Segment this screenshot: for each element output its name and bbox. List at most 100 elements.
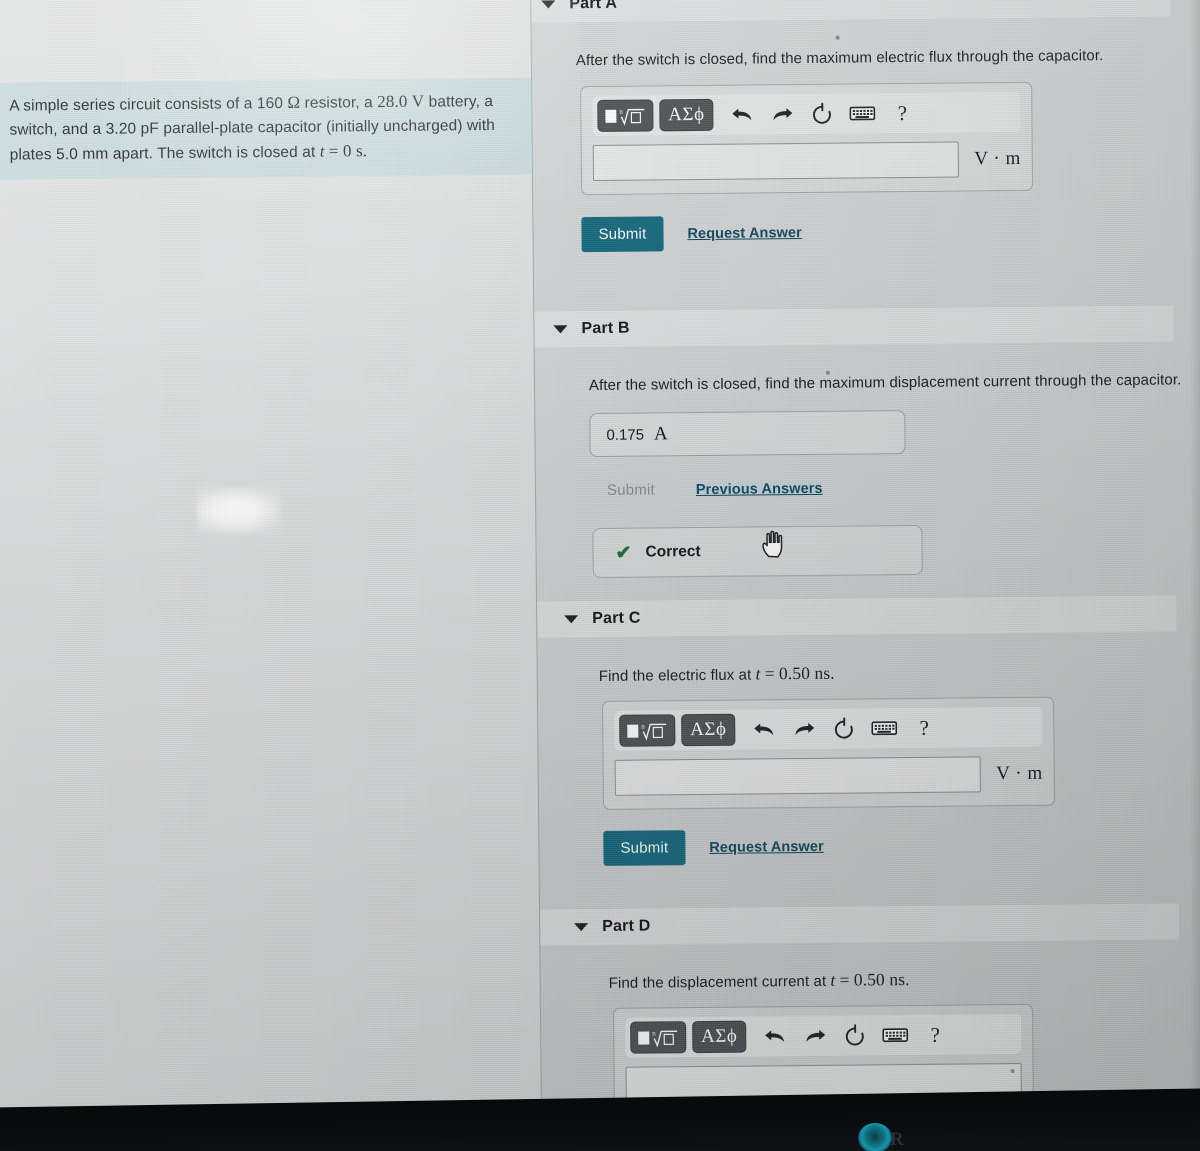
- part-a-answer-widget: n ΑΣϕ ? V · m: [580, 81, 1034, 196]
- part-c-unit: V · m: [996, 762, 1043, 785]
- part-c-submit-button[interactable]: Submit: [603, 830, 686, 866]
- part-a-buttons: Submit Request Answer: [581, 211, 1172, 253]
- part-b-submit-button: Submit: [589, 472, 673, 509]
- part-c-answer-widget: n ΑΣϕ ? V · m: [602, 696, 1056, 810]
- square-placeholder-icon: [605, 109, 617, 123]
- part-d-title: Part D: [602, 917, 651, 935]
- square-placeholder-icon: [627, 724, 639, 738]
- part-d-question-equals: =: [839, 969, 850, 990]
- part-d-header[interactable]: Part D: [540, 903, 1180, 946]
- radical-icon: n: [652, 1029, 678, 1047]
- chevron-down-icon[interactable]: [574, 923, 589, 932]
- part-d-question-prefix: Find the displacement current at: [608, 972, 831, 992]
- bezel-letter: R: [890, 1129, 904, 1150]
- part-d-question-variable: t: [830, 970, 836, 990]
- part-b-unit: A: [653, 423, 668, 445]
- reset-icon[interactable]: [805, 100, 839, 128]
- part-a-request-answer-link[interactable]: Request Answer: [687, 225, 802, 242]
- voltage-unit: V: [411, 91, 425, 111]
- part-c-question-equals: =: [764, 663, 775, 684]
- part-d-question: Find the displacement current at t = 0.5…: [609, 966, 1180, 992]
- redo-icon[interactable]: [787, 715, 821, 743]
- keyboard-icon[interactable]: [867, 714, 901, 742]
- math-template-button[interactable]: n: [630, 1021, 687, 1054]
- undo-icon[interactable]: [725, 100, 759, 128]
- part-a-block: Part A After the switch is closed, find …: [531, 0, 1173, 253]
- part-d-block: Part D Find the displacement current at …: [540, 903, 1181, 1117]
- part-b-buttons: Submit Previous Answers: [589, 467, 1175, 509]
- part-c-header[interactable]: Part C: [537, 595, 1177, 638]
- voltage-value: 28.0: [377, 91, 408, 112]
- greek-symbols-button[interactable]: ΑΣϕ: [659, 98, 714, 132]
- laptop-screen: A simple series circuit consists of a 16…: [0, 0, 1200, 1151]
- part-c-question: Find the electric flux at t = 0.50 ns.: [599, 659, 1177, 686]
- part-b-block: Part B After the switch is closed, find …: [534, 305, 1182, 579]
- part-b-title: Part B: [581, 319, 630, 338]
- time-value: 0: [342, 141, 352, 161]
- problem-text-lead: A simple series circuit consists of a 16…: [9, 94, 288, 115]
- svg-text:n: n: [619, 107, 623, 115]
- problem-period: .: [362, 140, 368, 160]
- equals-sign: =: [328, 141, 339, 161]
- part-b-question: After the switch is closed, find the max…: [588, 371, 1182, 395]
- part-a-submit-button[interactable]: Submit: [581, 216, 664, 253]
- part-c-block: Part C Find the electric flux at t = 0.5…: [537, 595, 1179, 866]
- part-c-buttons: Submit Request Answer: [603, 825, 1178, 866]
- part-c-question-prefix: Find the electric flux at: [598, 666, 756, 685]
- chevron-down-icon[interactable]: [564, 615, 579, 624]
- square-placeholder-icon: [638, 1031, 650, 1045]
- part-a-input-row: V · m: [592, 141, 1021, 182]
- part-d-math-toolbar: n ΑΣϕ ?: [625, 1013, 1022, 1058]
- svg-text:n: n: [641, 722, 645, 730]
- help-icon[interactable]: ?: [907, 714, 941, 742]
- part-c-request-answer-link[interactable]: Request Answer: [709, 838, 824, 855]
- math-template-button[interactable]: n: [597, 99, 654, 132]
- problem-text-2: resistor, a: [300, 94, 378, 112]
- redo-icon[interactable]: [765, 100, 799, 128]
- greek-button-label: ΑΣϕ: [668, 103, 705, 126]
- redo-icon[interactable]: [798, 1022, 832, 1050]
- part-b-header[interactable]: Part B: [534, 305, 1174, 348]
- part-c-math-toolbar: n ΑΣϕ ?: [614, 706, 1043, 751]
- part-d-question-value: 0.50 ns.: [853, 969, 910, 990]
- part-a-math-toolbar: n ΑΣϕ ?: [592, 91, 1021, 137]
- greek-symbols-button[interactable]: ΑΣϕ: [681, 713, 736, 747]
- greek-button-label: ΑΣϕ: [690, 718, 727, 741]
- svg-text:n: n: [652, 1029, 656, 1037]
- part-b-feedback-banner: ✔ Correct: [592, 524, 923, 579]
- photo-of-screen: A simple series circuit consists of a 16…: [0, 0, 1200, 1151]
- part-c-question-value: 0.50 ns.: [778, 662, 835, 684]
- help-label: ?: [930, 1022, 940, 1047]
- radical-icon: n: [619, 107, 645, 126]
- help-label: ?: [919, 715, 930, 740]
- parts-column: Part A After the switch is closed, find …: [531, 0, 1181, 1149]
- part-b-previous-answers-link[interactable]: Previous Answers: [695, 480, 823, 498]
- help-label: ?: [897, 100, 908, 125]
- ohm-symbol: Ω: [287, 92, 301, 112]
- part-c-answer-input[interactable]: [614, 756, 981, 796]
- bezel-teal-object: [857, 1122, 893, 1151]
- problem-statement: A simple series circuit consists of a 16…: [0, 77, 532, 180]
- reset-icon[interactable]: [838, 1021, 872, 1049]
- check-icon: ✔: [615, 542, 632, 564]
- greek-symbols-button[interactable]: ΑΣϕ: [692, 1020, 747, 1054]
- part-b-feedback-text: Correct: [645, 543, 701, 561]
- chevron-down-icon[interactable]: [553, 325, 568, 334]
- keyboard-icon[interactable]: [845, 99, 879, 127]
- undo-icon[interactable]: [758, 1022, 792, 1050]
- reset-icon[interactable]: [827, 714, 861, 742]
- chevron-down-icon[interactable]: [541, 0, 556, 9]
- keyboard-icon[interactable]: [878, 1021, 912, 1049]
- math-template-button[interactable]: n: [619, 714, 676, 747]
- part-c-question-variable: t: [755, 664, 761, 684]
- part-a-unit: V · m: [974, 147, 1021, 170]
- undo-icon[interactable]: [747, 715, 781, 743]
- help-icon[interactable]: ?: [918, 1021, 952, 1049]
- part-b-answer-value: 0.175: [606, 426, 645, 444]
- help-icon[interactable]: ?: [885, 99, 919, 127]
- part-a-answer-input[interactable]: [592, 141, 959, 182]
- part-b-answer-field[interactable]: 0.175 A: [589, 410, 906, 458]
- greek-button-label: ΑΣϕ: [700, 1025, 738, 1048]
- part-a-question: After the switch is closed, find the max…: [575, 47, 1104, 70]
- mouse-pointer-hand-cursor: [762, 530, 783, 558]
